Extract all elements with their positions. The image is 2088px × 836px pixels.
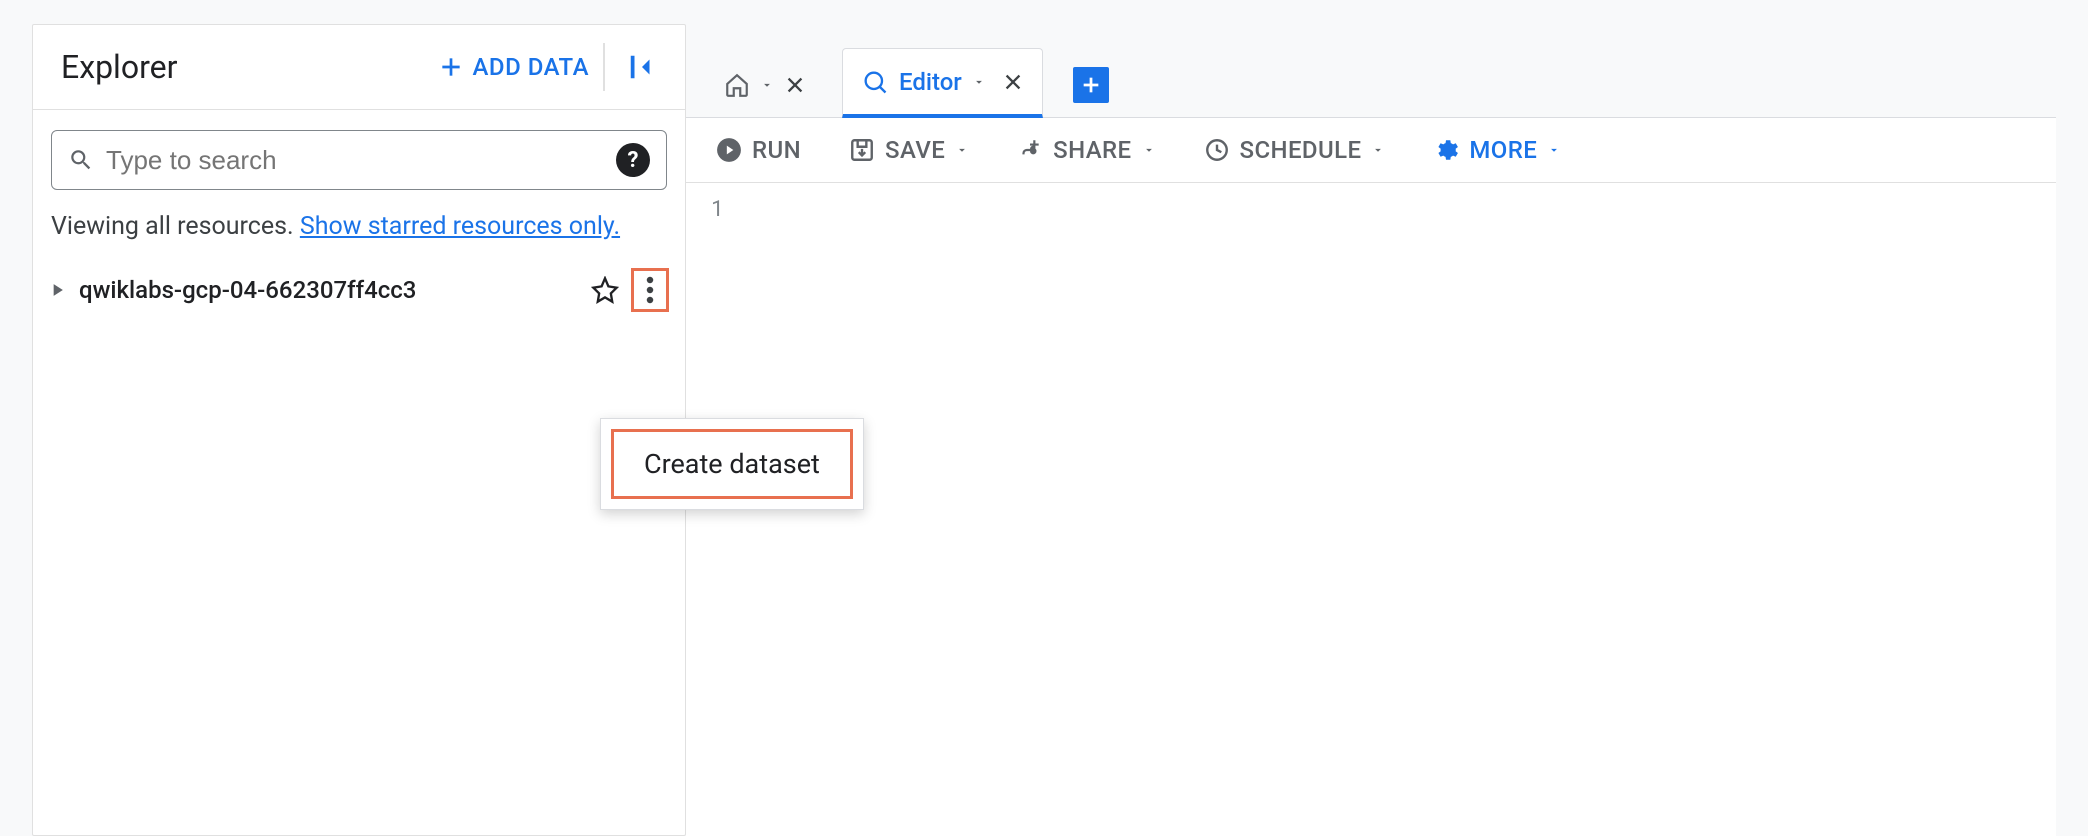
tabstrip: Editor — [686, 24, 2056, 118]
schedule-button[interactable]: SCHEDULE — [1204, 136, 1386, 164]
chevron-down-icon — [1371, 143, 1385, 157]
viewing-prefix: Viewing all resources. — [51, 212, 300, 241]
clock-icon — [1204, 137, 1230, 163]
save-button[interactable]: SAVE — [849, 136, 969, 164]
share-label: SHARE — [1053, 136, 1131, 164]
show-starred-link[interactable]: Show starred resources only. — [300, 212, 620, 241]
chevron-down-icon — [760, 78, 774, 92]
chevron-down-icon — [972, 75, 986, 89]
search-box[interactable]: ? — [51, 130, 667, 190]
run-button[interactable]: RUN — [716, 136, 801, 164]
add-data-label: ADD DATA — [472, 53, 589, 81]
collapse-icon — [627, 52, 657, 82]
run-label: RUN — [752, 136, 801, 164]
main-area: Editor RUN — [686, 24, 2056, 836]
collapse-sidebar-button[interactable] — [615, 44, 669, 90]
chevron-down-icon — [1142, 143, 1156, 157]
add-tab-button[interactable] — [1073, 67, 1109, 103]
play-icon — [716, 137, 742, 163]
context-menu: Create dataset — [600, 418, 864, 510]
resource-row[interactable]: qwiklabs-gcp-04-662307ff4cc3 — [33, 258, 685, 322]
editor-tab-label: Editor — [899, 68, 962, 96]
close-icon[interactable] — [1002, 71, 1024, 93]
star-icon[interactable] — [591, 276, 619, 304]
plus-icon — [438, 54, 464, 80]
search-row: ? — [33, 110, 685, 198]
more-actions-button[interactable] — [631, 268, 669, 312]
more-button[interactable]: MORE — [1433, 136, 1561, 164]
more-label: MORE — [1469, 136, 1537, 164]
search-icon — [68, 147, 94, 173]
search-input[interactable] — [106, 145, 604, 176]
save-label: SAVE — [885, 136, 945, 164]
home-icon — [724, 72, 750, 98]
schedule-label: SCHEDULE — [1240, 136, 1362, 164]
resource-name: qwiklabs-gcp-04-662307ff4cc3 — [79, 276, 579, 304]
close-icon[interactable] — [784, 74, 806, 96]
home-tab[interactable] — [706, 53, 824, 117]
chevron-down-icon — [955, 143, 969, 157]
action-bar: RUN SAVE SHARE SCHEDULE — [686, 118, 2056, 183]
chevron-down-icon — [1547, 143, 1561, 157]
editor-tab[interactable]: Editor — [842, 48, 1043, 118]
add-data-button[interactable]: ADD DATA — [424, 43, 605, 91]
gear-icon — [1433, 137, 1459, 163]
plus-icon — [1080, 74, 1102, 96]
expand-triangle-icon[interactable] — [47, 280, 67, 300]
save-icon — [849, 137, 875, 163]
kebab-icon — [646, 275, 654, 305]
line-number: 1 — [686, 193, 724, 222]
explorer-sidebar: Explorer ADD DATA ? — [32, 24, 686, 836]
editor-body[interactable]: 1 — [686, 183, 2056, 836]
viewing-status: Viewing all resources. Show starred reso… — [33, 198, 685, 258]
share-icon — [1017, 137, 1043, 163]
explorer-header: Explorer ADD DATA — [33, 25, 685, 110]
create-dataset-menu-item[interactable]: Create dataset — [611, 429, 853, 499]
explorer-title: Explorer — [61, 48, 424, 86]
query-icon — [861, 68, 889, 96]
share-button[interactable]: SHARE — [1017, 136, 1155, 164]
help-icon[interactable]: ? — [616, 143, 650, 177]
